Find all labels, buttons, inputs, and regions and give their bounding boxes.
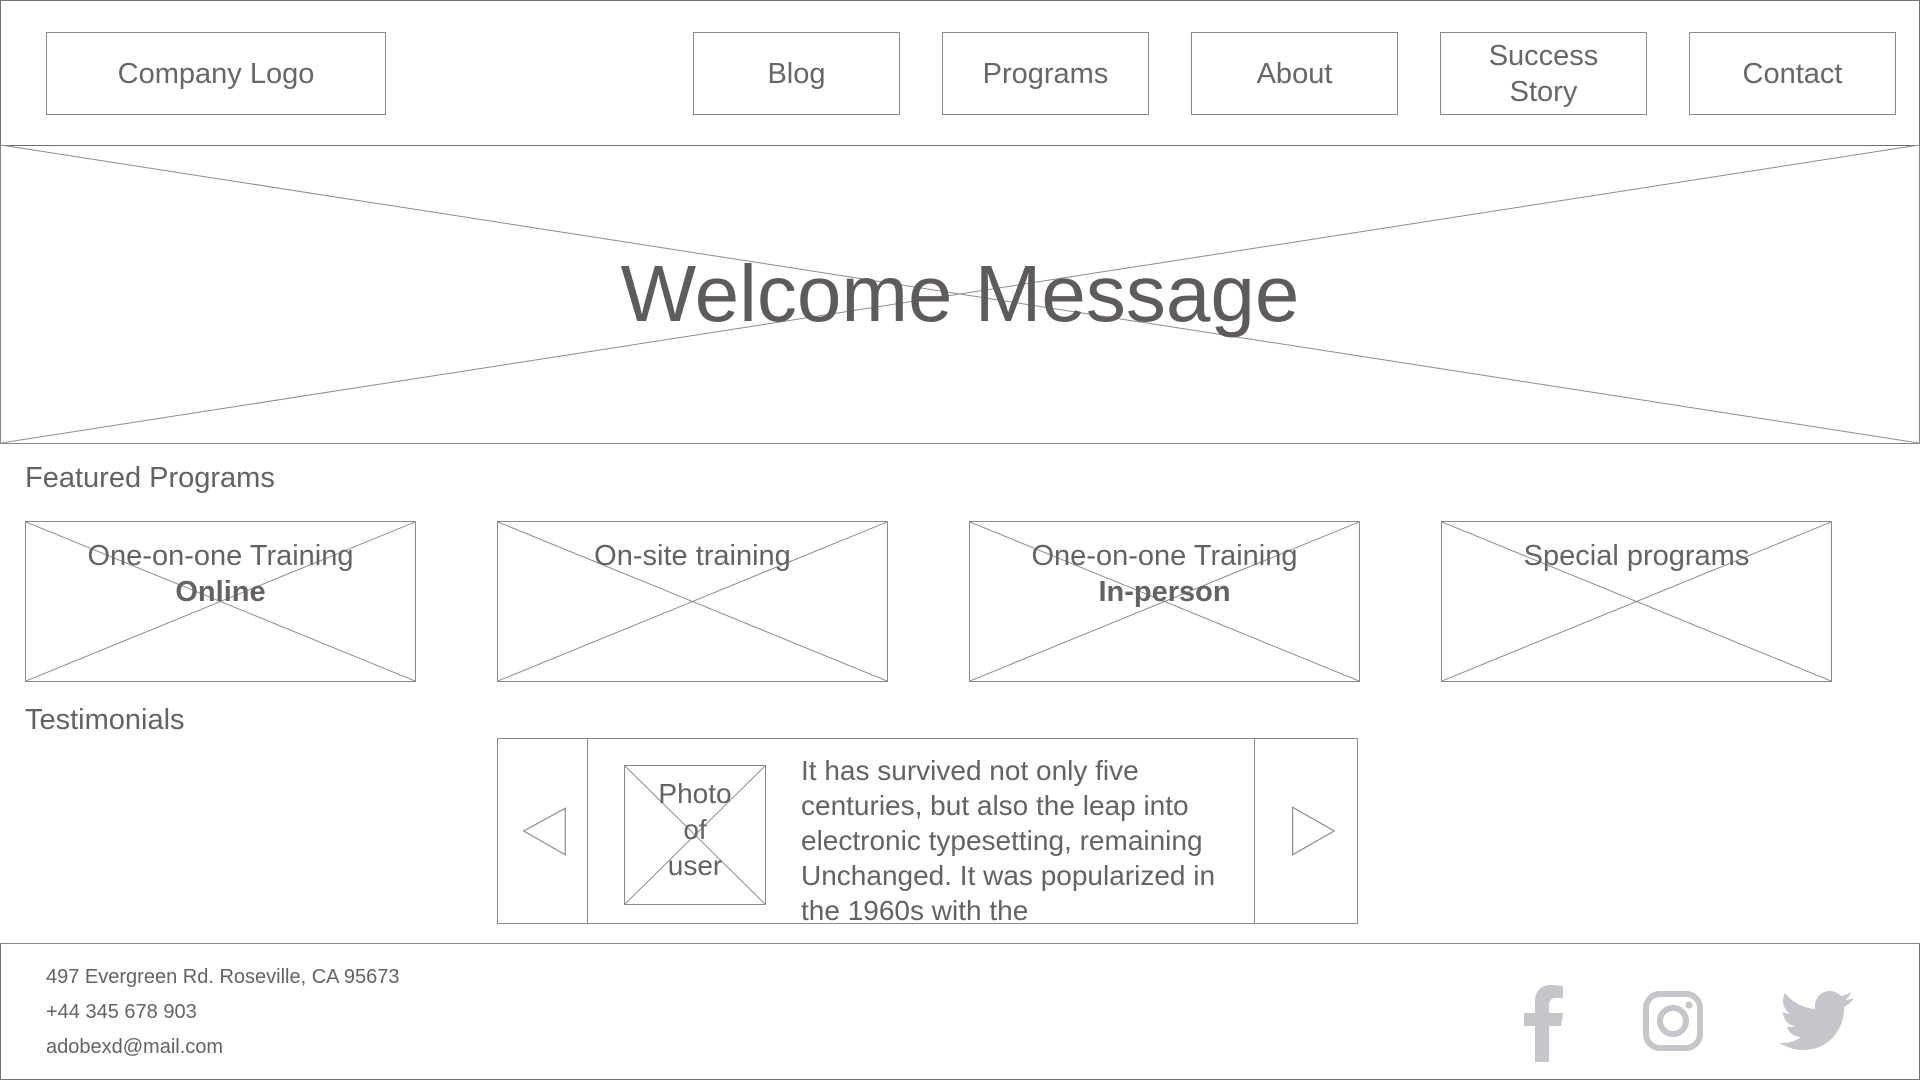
carousel-prev-button[interactable]	[498, 739, 588, 923]
nav-blog[interactable]: Blog	[693, 32, 900, 115]
program-card-title: One-on-one Training	[1031, 540, 1298, 572]
program-card-subtitle: Online	[175, 576, 266, 608]
nav-programs[interactable]: Programs	[942, 32, 1149, 115]
carousel-next-button[interactable]	[1254, 739, 1357, 923]
nav-programs-label: Programs	[982, 57, 1109, 90]
program-card-label: On-site training	[498, 538, 887, 574]
testimonials-title: Testimonials	[25, 704, 185, 736]
nav-success-story[interactable]: Success Story	[1440, 32, 1647, 115]
footer-email[interactable]: adobexd@mail.com	[46, 1036, 223, 1059]
program-card-label: Special programs	[1442, 538, 1831, 574]
hero-banner: Welcome Message	[0, 145, 1920, 444]
program-card-title: On-site training	[594, 540, 791, 572]
site-footer: 497 Evergreen Rd. Roseville, CA 95673 +4…	[0, 943, 1920, 1080]
program-card-special-programs[interactable]: Special programs	[1441, 521, 1832, 682]
photo-label-line: user	[667, 850, 723, 881]
program-card-title: Special programs	[1523, 540, 1750, 572]
nav-about-label: About	[1256, 57, 1333, 90]
triangle-left-icon	[522, 807, 566, 856]
testimonial-carousel: Photo of user It has survived not only f…	[497, 738, 1358, 924]
user-photo-placeholder: Photo of user	[624, 765, 766, 905]
nav-contact[interactable]: Contact	[1689, 32, 1896, 115]
welcome-message: Welcome Message	[620, 249, 1300, 338]
program-card-onsite-training[interactable]: On-site training	[497, 521, 888, 682]
program-card-subtitle: In-person	[1098, 576, 1231, 608]
photo-label-line: Photo	[658, 778, 732, 809]
instagram-icon[interactable]	[1629, 974, 1719, 1064]
photo-label: Photo of user	[625, 776, 765, 884]
nav-about[interactable]: About	[1191, 32, 1398, 115]
program-card-label: One-on-one Training Online	[26, 538, 415, 610]
company-logo: Company Logo	[46, 32, 386, 115]
twitter-icon[interactable]	[1776, 974, 1866, 1064]
program-card-label: One-on-one Training In-person	[970, 538, 1359, 610]
program-card-inperson-training[interactable]: One-on-one Training In-person	[969, 521, 1360, 682]
footer-phone[interactable]: +44 345 678 903	[46, 1001, 197, 1024]
site-header: Company Logo Blog Programs About Success…	[0, 0, 1920, 146]
testimonial-quote: It has survived not only five centuries,…	[801, 755, 1216, 923]
facebook-icon[interactable]	[1499, 974, 1589, 1064]
program-card-title: One-on-one Training	[87, 540, 354, 572]
program-card-online-training[interactable]: One-on-one Training Online	[25, 521, 416, 682]
nav-success-story-label: Success Story	[1489, 38, 1599, 110]
nav-contact-label: Contact	[1742, 57, 1843, 90]
nav-blog-label: Blog	[767, 57, 826, 90]
nav-success-line2: Story	[1509, 75, 1578, 108]
photo-label-line: of	[683, 814, 707, 845]
logo-label: Company Logo	[117, 57, 315, 90]
footer-address: 497 Evergreen Rd. Roseville, CA 95673	[46, 966, 400, 988]
triangle-right-icon	[1292, 806, 1336, 856]
nav-success-line1: Success	[1488, 39, 1599, 72]
featured-programs-title: Featured Programs	[25, 462, 275, 494]
